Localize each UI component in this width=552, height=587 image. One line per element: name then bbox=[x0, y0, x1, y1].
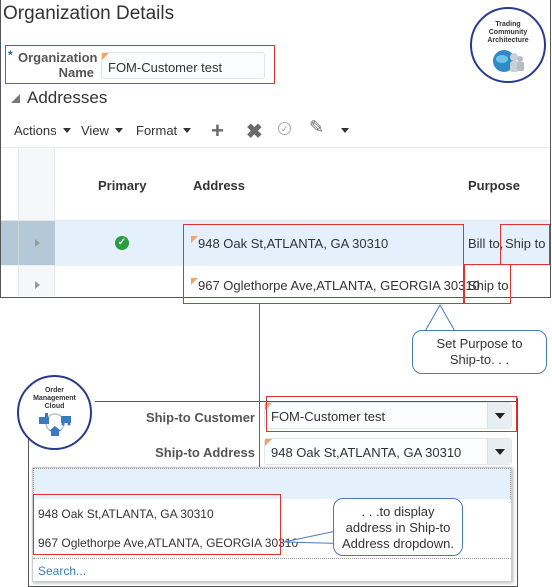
actions-menu[interactable]: Actions bbox=[14, 123, 71, 138]
org-name-input[interactable]: FOM-Customer test bbox=[101, 52, 265, 79]
actions-menu-label: Actions bbox=[14, 123, 57, 138]
caret-down-icon bbox=[183, 128, 192, 133]
expand-row-icon[interactable] bbox=[35, 281, 40, 289]
org-name-label-line2: Name bbox=[58, 65, 94, 80]
search-link[interactable]: Search... bbox=[38, 564, 86, 578]
dropdown-options-highlight bbox=[33, 494, 281, 555]
caret-down-icon bbox=[114, 128, 123, 133]
ship-to-address-label: Ship-to Address bbox=[155, 445, 255, 460]
address-highlight bbox=[183, 224, 464, 304]
callout-text: . . .to display bbox=[361, 504, 435, 519]
format-menu[interactable]: Format bbox=[136, 123, 192, 138]
x-icon[interactable]: ✖ bbox=[246, 119, 263, 144]
ship-to-customer-highlight bbox=[266, 396, 517, 432]
badge-line: Trading bbox=[495, 21, 521, 28]
org-name-label-line1: Organization bbox=[18, 50, 98, 65]
view-menu[interactable]: View bbox=[81, 123, 123, 138]
primary-check-icon: ✓ bbox=[115, 236, 129, 250]
row-selector[interactable] bbox=[1, 221, 55, 265]
ship-to-customer-label: Ship-to Customer bbox=[145, 410, 255, 425]
purpose-row2-highlight bbox=[464, 264, 511, 304]
display-address-callout: . . .to display address in Ship-to Addre… bbox=[333, 498, 463, 556]
check-circle-icon[interactable]: ✓ bbox=[278, 122, 291, 135]
callout-pointer bbox=[423, 303, 457, 333]
purpose-cell-bill-to: Bill to, bbox=[468, 236, 504, 251]
row-selector-divider bbox=[18, 221, 19, 265]
changed-flag-icon bbox=[102, 53, 109, 60]
org-name-value: FOM-Customer test bbox=[108, 60, 223, 75]
caret-down-icon bbox=[495, 449, 505, 455]
order-management-cloud-badge: Order Management Cloud bbox=[17, 375, 92, 450]
collapse-triangle-icon[interactable] bbox=[11, 94, 20, 103]
supply-chain-icon bbox=[38, 413, 71, 436]
column-header-primary[interactable]: Primary bbox=[98, 178, 146, 193]
callout-text: address in Ship-to bbox=[345, 520, 451, 535]
ship-to-address-value: 948 Oak St,ATLANTA, GA 30310 bbox=[271, 445, 462, 460]
ship-to-address-dropdown-button[interactable] bbox=[487, 439, 511, 464]
expand-row-icon[interactable] bbox=[35, 239, 40, 247]
badge-line: Management bbox=[33, 395, 76, 402]
badge-line: Community bbox=[488, 29, 528, 36]
addresses-section-title[interactable]: Addresses bbox=[27, 88, 107, 108]
ship-to-highlight bbox=[500, 224, 550, 265]
view-menu-label: View bbox=[81, 123, 109, 138]
column-header-purpose[interactable]: Purpose bbox=[468, 178, 520, 193]
dropdown-separator bbox=[33, 558, 511, 560]
changed-flag-icon bbox=[265, 439, 272, 446]
callout-text: Ship-to. . . bbox=[449, 352, 510, 367]
table-top-border bbox=[1, 147, 550, 148]
caret-down-icon bbox=[62, 128, 71, 133]
badge-line: Order bbox=[44, 387, 65, 394]
callout-text: Set Purpose to bbox=[436, 336, 523, 351]
set-purpose-callout: Set Purpose to Ship-to. . . bbox=[412, 330, 547, 374]
org-name-label: Organization Name bbox=[18, 50, 98, 80]
format-menu-label: Format bbox=[136, 123, 178, 138]
column-header-address[interactable]: Address bbox=[193, 178, 245, 193]
page-title: Organization Details bbox=[3, 3, 175, 24]
plus-icon[interactable]: + bbox=[211, 118, 224, 144]
globe-people-icon bbox=[493, 50, 524, 72]
callout-text: Address dropdown. bbox=[341, 536, 454, 551]
ship-to-address-combo[interactable]: 948 Oak St,ATLANTA, GA 30310 bbox=[264, 438, 512, 465]
badge-line: Cloud bbox=[44, 403, 65, 410]
more-caret-icon[interactable] bbox=[341, 128, 349, 133]
badge-line: Architecture bbox=[487, 37, 529, 44]
trading-community-architecture-badge: Trading Community Architecture bbox=[470, 7, 546, 83]
required-indicator: * bbox=[8, 48, 13, 62]
pencil-icon[interactable]: ✎ bbox=[309, 117, 324, 138]
